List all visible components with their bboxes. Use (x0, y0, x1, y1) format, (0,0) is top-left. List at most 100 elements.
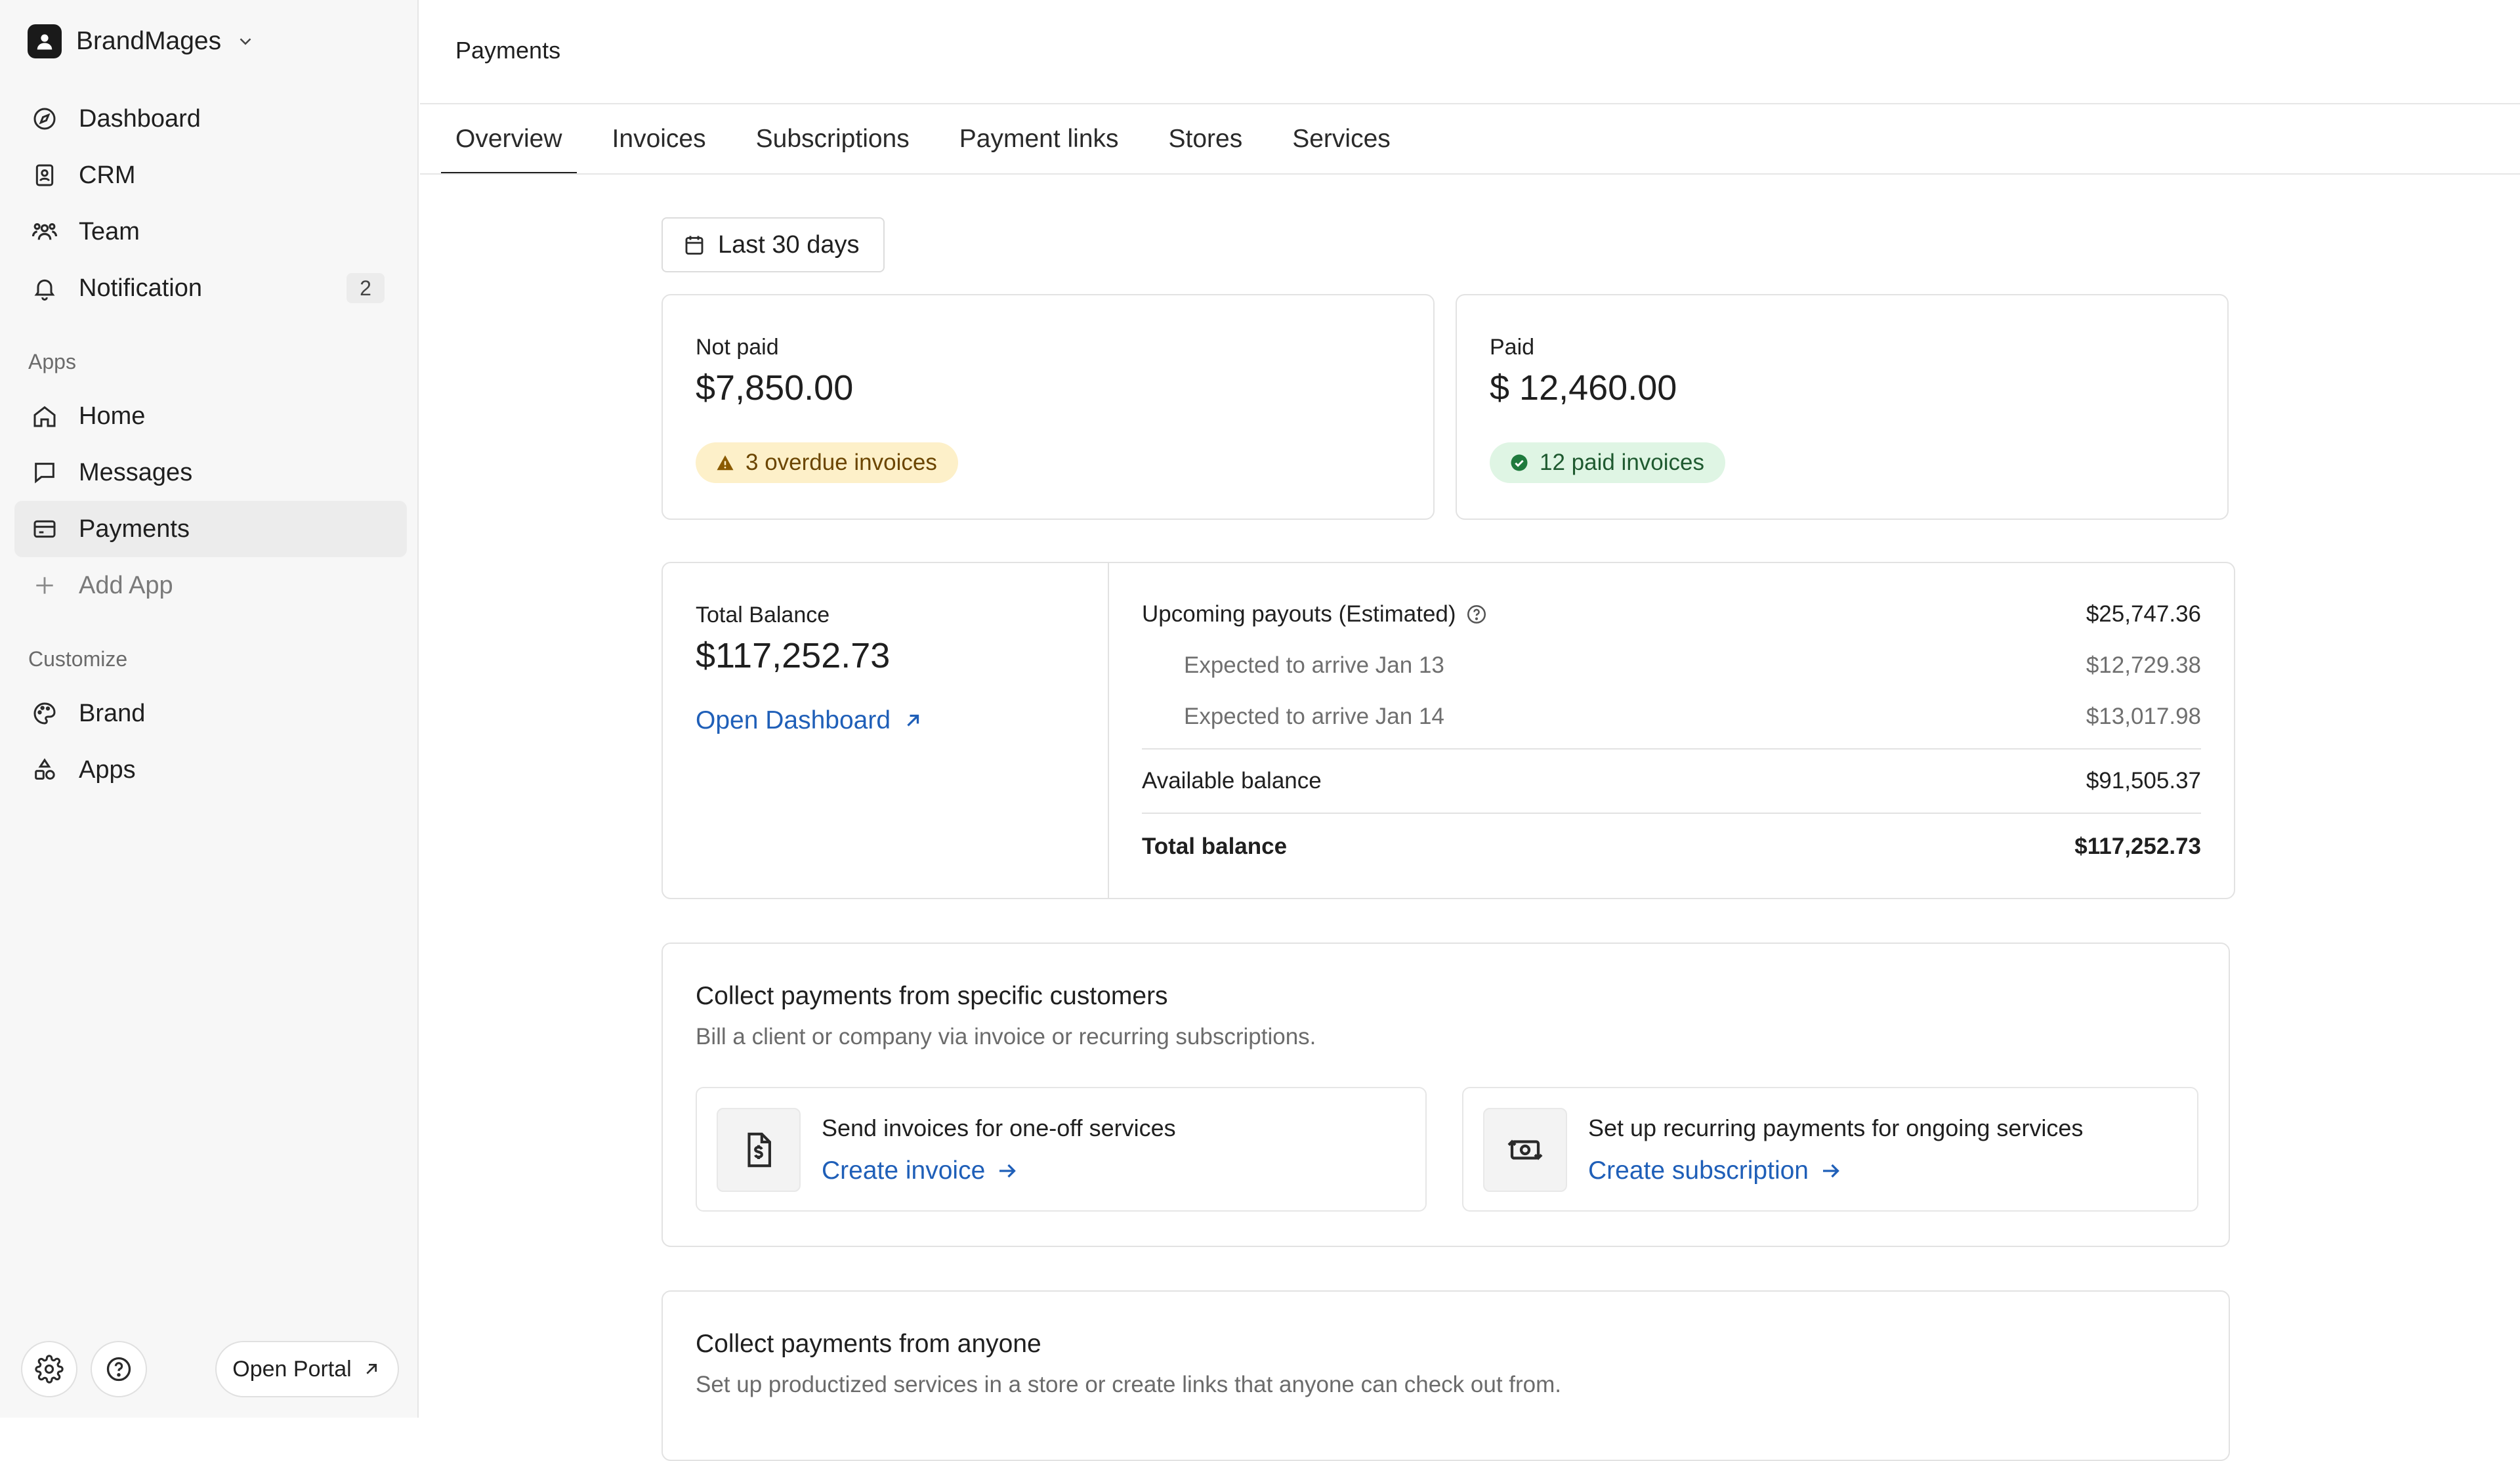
chevron-down-icon (236, 32, 255, 51)
help-circle-icon (104, 1355, 133, 1384)
section-label-customize: Customize (28, 647, 128, 671)
collect-anyone-title: Collect payments from anyone (696, 1330, 1041, 1358)
available-balance-amount: $91,505.37 (2086, 768, 2201, 794)
balance-card: Total Balance $117,252.73 Open Dashboard… (662, 562, 2235, 899)
paid-invoices-pill[interactable]: 12 paid invoices (1490, 442, 1725, 483)
open-portal-button[interactable]: Open Portal (215, 1341, 399, 1397)
date-range-filter[interactable]: Last 30 days (662, 217, 885, 272)
sidebar-item-home[interactable]: Home (14, 388, 407, 444)
paid-card: Paid $ 12,460.00 12 paid invoices (1456, 294, 2229, 520)
total-balance-panel: Total Balance $117,252.73 Open Dashboard (663, 563, 1109, 898)
sidebar-item-notification[interactable]: Notification 2 (14, 260, 407, 316)
total-balance-row-label: Total balance (1142, 834, 1288, 859)
workspace-logo-icon (28, 24, 62, 58)
arrow-up-right-icon (361, 1359, 382, 1380)
tab-overview[interactable]: Overview (441, 105, 577, 175)
arrow-right-icon (996, 1159, 1019, 1183)
sidebar-item-crm[interactable]: CRM (14, 147, 407, 203)
paid-invoices-text: 12 paid invoices (1540, 450, 1704, 475)
sidebar-item-label: Apps (79, 755, 136, 784)
create-subscription-label: Create subscription (1588, 1156, 1809, 1185)
sidebar-item-label: Home (79, 402, 146, 430)
info-circle-icon[interactable] (1465, 603, 1488, 625)
payout-row-amount: $13,017.98 (2086, 704, 2201, 729)
message-icon (30, 458, 59, 487)
notification-count-badge: 2 (346, 273, 385, 303)
sidebar-item-apps[interactable]: Apps (14, 742, 407, 798)
available-balance-row: Available balance $91,505.37 (1142, 768, 2201, 794)
plus-icon (30, 571, 59, 600)
sidebar-item-messages[interactable]: Messages (14, 444, 407, 501)
invoice-dollar-icon (717, 1108, 801, 1192)
sidebar-item-label: Team (79, 217, 140, 245)
tab-subscriptions[interactable]: Subscriptions (742, 105, 924, 173)
tab-services[interactable]: Services (1278, 105, 1405, 173)
create-invoice-link[interactable]: Create invoice (822, 1156, 1019, 1185)
upcoming-payouts-label: Upcoming payouts (Estimated) (1142, 601, 1456, 627)
page-title: Payments (455, 37, 561, 64)
sidebar-item-payments[interactable]: Payments (14, 501, 407, 557)
sidebar-item-label: Messages (79, 458, 193, 486)
tab-stores[interactable]: Stores (1154, 105, 1257, 173)
open-dashboard-label: Open Dashboard (696, 706, 891, 734)
contact-book-icon (30, 161, 59, 190)
header-divider (420, 103, 2520, 104)
create-subscription-link[interactable]: Create subscription (1588, 1156, 1843, 1185)
bell-icon (30, 274, 59, 303)
overdue-invoices-pill[interactable]: 3 overdue invoices (696, 442, 958, 483)
paid-amount: $ 12,460.00 (1490, 368, 1677, 408)
total-balance-row-amount: $117,252.73 (2074, 834, 2201, 859)
send-invoices-title: Send invoices for one-off services (822, 1114, 1176, 1141)
date-range-label: Last 30 days (718, 230, 860, 259)
shapes-icon (30, 755, 59, 784)
tab-payment-links[interactable]: Payment links (945, 105, 1133, 173)
credit-card-icon (30, 515, 59, 543)
payout-row-label: Expected to arrive Jan 13 (1184, 652, 1444, 678)
sidebar-item-dashboard[interactable]: Dashboard (14, 91, 407, 147)
total-balance-amount: $117,252.73 (696, 636, 891, 675)
not-paid-card: Not paid $7,850.00 3 overdue invoices (662, 294, 1435, 520)
settings-button[interactable] (21, 1341, 77, 1397)
collect-anyone-description: Set up productized services in a store o… (696, 1372, 1562, 1397)
sidebar-item-add-app[interactable]: Add App (14, 557, 407, 614)
not-paid-amount: $7,850.00 (696, 368, 854, 408)
upcoming-payouts-amount: $25,747.36 (2086, 601, 2201, 627)
help-button[interactable] (91, 1341, 147, 1397)
sidebar-item-team[interactable]: Team (14, 203, 407, 260)
sidebar-item-label: CRM (79, 161, 136, 189)
workspace-switcher[interactable]: BrandMages (28, 23, 255, 60)
check-circle-icon (1509, 453, 1529, 473)
home-icon (30, 402, 59, 431)
sidebar: BrandMages Dashboard CRM Team Notificati… (0, 0, 419, 1418)
section-label-apps: Apps (28, 350, 76, 373)
arrow-up-right-icon (901, 709, 925, 732)
upcoming-payouts-label-group: Upcoming payouts (Estimated) (1142, 601, 1488, 627)
overdue-invoices-text: 3 overdue invoices (746, 450, 937, 475)
recurring-payments-title: Set up recurring payments for ongoing se… (1588, 1114, 2084, 1141)
total-balance-label: Total Balance (696, 603, 830, 627)
warning-triangle-icon (715, 453, 735, 473)
compass-icon (30, 104, 59, 133)
total-balance-row: Total balance $117,252.73 (1142, 834, 2201, 860)
sidebar-item-label: Payments (79, 515, 190, 543)
recurring-money-icon (1483, 1108, 1567, 1192)
available-balance-label: Available balance (1142, 768, 1322, 794)
sidebar-footer: Open Portal (0, 1339, 419, 1398)
arrow-right-icon (1819, 1159, 1843, 1183)
sidebar-item-label: Brand (79, 699, 146, 727)
sidebar-item-label: Add App (79, 571, 173, 599)
upcoming-payouts-row: Upcoming payouts (Estimated) $25,747.36 (1142, 601, 2201, 627)
recurring-payments-option[interactable]: Set up recurring payments for ongoing se… (1462, 1087, 2198, 1212)
collect-specific-description: Bill a client or company via invoice or … (696, 1024, 1316, 1049)
open-dashboard-link[interactable]: Open Dashboard (696, 706, 925, 735)
send-invoices-option[interactable]: Send invoices for one-off services Creat… (696, 1087, 1427, 1212)
gear-icon (35, 1355, 64, 1384)
create-invoice-label: Create invoice (822, 1156, 986, 1185)
payout-row: Expected to arrive Jan 13 $12,729.38 (1142, 652, 2201, 679)
tabs-divider (420, 173, 2520, 175)
row-divider (1142, 748, 2201, 750)
tab-invoices[interactable]: Invoices (598, 105, 721, 173)
main-content: Payments Overview Invoices Subscriptions… (420, 0, 2520, 1461)
payout-row: Expected to arrive Jan 14 $13,017.98 (1142, 704, 2201, 730)
sidebar-item-brand[interactable]: Brand (14, 685, 407, 742)
